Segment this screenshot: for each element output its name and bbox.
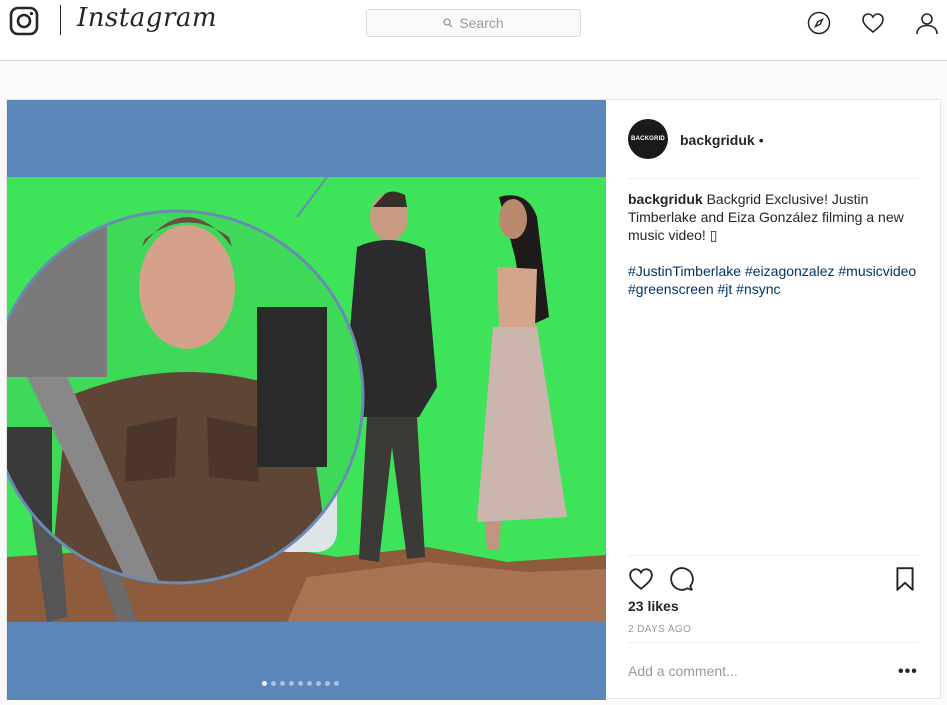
post-hashtags[interactable]: #JustinTimberlake #eizagonzalez #musicvi… [628,262,923,298]
post-sidebar: BACKGRID backgriduk • backgriduk Backgri… [606,100,942,700]
carousel-dot [289,681,294,686]
caption-username[interactable]: backgriduk [628,191,703,207]
inset-circle-photo [7,177,365,585]
post-timestamp[interactable]: 2 DAYS AGO [628,624,691,635]
likes-count[interactable]: 23 likes [628,598,679,614]
post-header: BACKGRID backgriduk • [628,119,918,179]
top-navigation-bar: Instagram Search [0,0,947,61]
post-username[interactable]: backgriduk [680,132,755,148]
search-placeholder: Search [459,15,504,31]
avatar[interactable]: BACKGRID [628,119,668,159]
carousel-dot [307,681,312,686]
header-separator: • [758,132,764,148]
more-options-icon[interactable]: ••• [898,663,918,681]
comment-bubble-icon[interactable] [668,566,694,592]
carousel-dot [280,681,285,686]
carousel-dot [271,681,276,686]
search-input[interactable]: Search [366,9,581,37]
carousel-dot [325,681,330,686]
comment-input[interactable]: Add a comment... [628,663,738,679]
bookmark-icon[interactable] [892,566,918,592]
carousel-dot [298,681,303,686]
logo-divider [60,5,61,35]
search-icon [443,18,453,28]
explore-compass-icon[interactable] [807,11,831,35]
divider [628,642,918,643]
instagram-camera-icon[interactable] [9,6,39,36]
profile-user-icon[interactable] [915,11,939,35]
activity-heart-icon[interactable] [861,11,885,35]
carousel-indicator [262,681,339,686]
post-media[interactable] [7,100,606,700]
carousel-dot [316,681,321,686]
post-card: BACKGRID backgriduk • backgriduk Backgri… [6,99,942,700]
like-heart-icon[interactable] [628,566,654,592]
carousel-dot [262,681,267,686]
divider [628,555,918,556]
carousel-dot [334,681,339,686]
post-caption: backgriduk Backgrid Exclusive! Justin Ti… [628,190,923,244]
instagram-wordmark[interactable]: Instagram [77,3,217,33]
